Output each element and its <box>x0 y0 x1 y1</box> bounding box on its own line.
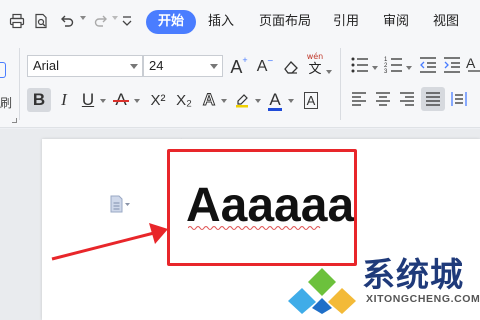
redo-dropdown-icon[interactable] <box>112 16 118 20</box>
grow-font-glyph: A <box>230 56 243 77</box>
font-color-bar <box>268 108 282 111</box>
phonetic-guide-button[interactable]: wén 文 <box>304 52 326 80</box>
customize-toolbar-icon[interactable] <box>120 10 134 32</box>
tab-review[interactable]: 审阅 <box>383 10 409 34</box>
align-center-icon <box>376 92 390 106</box>
text-direction-button[interactable]: A <box>466 55 480 79</box>
justify-button[interactable] <box>421 87 445 111</box>
superscript-button[interactable]: X² <box>146 88 170 112</box>
distributed-icon <box>451 92 467 106</box>
phonetic-dropdown-icon[interactable] <box>326 70 332 74</box>
indent-icon <box>444 57 460 73</box>
chevron-down-icon <box>130 64 138 69</box>
brand-logo-icon <box>288 268 356 314</box>
text-effect-dropdown-icon[interactable] <box>221 99 227 103</box>
bold-button[interactable]: B <box>27 88 51 112</box>
tab-view[interactable]: 视图 <box>433 10 459 34</box>
highlighter-icon <box>236 94 248 108</box>
tab-references[interactable]: 引用 <box>333 10 359 34</box>
strikethrough-button[interactable]: A <box>110 88 132 112</box>
eraser-icon <box>284 61 298 74</box>
shrink-font-glyph: A <box>256 58 268 75</box>
plus-icon: + <box>242 55 248 65</box>
char-border-button[interactable]: A <box>300 88 322 112</box>
underline-button[interactable]: U <box>78 88 98 112</box>
bullets-button[interactable] <box>350 55 372 79</box>
justify-icon <box>426 92 440 106</box>
brand-name-cn: 系统城 <box>362 255 464 294</box>
format-painter-label[interactable]: 刷 <box>0 94 12 111</box>
bullets-dropdown-icon[interactable] <box>372 66 378 70</box>
tab-insert[interactable]: 插入 <box>208 10 234 34</box>
clear-formatting-button[interactable] <box>280 55 302 79</box>
align-center-button[interactable] <box>374 90 392 112</box>
shrink-font-button[interactable]: A − <box>254 55 276 79</box>
undo-icon[interactable] <box>58 10 76 32</box>
ribbon <box>0 40 480 128</box>
minus-icon: − <box>267 55 274 67</box>
undo-dropdown-icon[interactable] <box>80 16 86 20</box>
decrease-indent-button[interactable] <box>418 55 438 79</box>
numbering-dropdown-icon[interactable] <box>406 66 412 70</box>
redo-icon[interactable] <box>92 10 110 32</box>
ribbon-divider <box>19 48 20 120</box>
margin-corner-mark <box>180 138 182 139</box>
print-preview-icon[interactable] <box>32 10 50 32</box>
text-direction-icon: A <box>466 55 480 72</box>
tab-page-layout[interactable]: 页面布局 <box>259 10 311 34</box>
brand-name-en: XITONGCHENG.COM <box>366 293 480 305</box>
char-border-glyph: A <box>303 91 319 109</box>
increase-indent-button[interactable] <box>442 55 462 79</box>
bullet-list-icon <box>351 57 368 73</box>
svg-text:A: A <box>466 55 476 71</box>
italic-button[interactable]: I <box>54 88 74 112</box>
font-color-button[interactable]: A <box>265 88 285 112</box>
highlight-dropdown-icon[interactable] <box>255 99 261 103</box>
grow-font-button[interactable]: A + <box>228 55 250 79</box>
font-color-glyph: A <box>269 90 281 109</box>
phonetic-pinyin: wén <box>306 52 324 61</box>
font-name-value: Arial <box>33 58 60 73</box>
align-left-icon <box>352 92 366 106</box>
strike-dropdown-icon[interactable] <box>134 99 140 103</box>
numbering-button[interactable]: 123 <box>384 55 406 79</box>
font-size-value: 24 <box>149 58 164 73</box>
ribbon-divider <box>340 48 341 120</box>
menu-bar: 开始 插入 页面布局 引用 审阅 视图 <box>0 0 480 40</box>
align-right-icon <box>400 92 414 106</box>
font-name-select[interactable]: Arial <box>27 55 143 77</box>
outdent-icon <box>420 57 436 73</box>
font-color-dropdown-icon[interactable] <box>288 99 294 103</box>
strike-line <box>113 100 129 102</box>
align-right-button[interactable] <box>398 90 416 112</box>
numbered-list-icon: 123 <box>384 57 402 75</box>
highlight-button[interactable] <box>231 88 253 112</box>
annotation-arrow <box>51 223 168 261</box>
annotation-highlight-box <box>167 149 357 266</box>
font-size-select[interactable]: 24 <box>143 55 223 77</box>
group-launcher-icon[interactable] <box>12 118 17 123</box>
svg-text:3: 3 <box>384 69 388 75</box>
paragraph-menu-icon[interactable] <box>109 195 131 217</box>
tab-home[interactable]: 开始 <box>146 10 197 34</box>
print-icon[interactable] <box>8 10 26 32</box>
subscript-button[interactable]: X₂ <box>172 88 196 112</box>
chevron-down-icon <box>210 64 218 69</box>
phonetic-char: 文 <box>308 62 322 77</box>
text-effect-button[interactable]: A <box>199 88 219 112</box>
align-left-button[interactable] <box>350 90 368 112</box>
underline-dropdown-icon[interactable] <box>100 99 106 103</box>
distributed-button[interactable] <box>450 90 468 112</box>
format-painter-icon[interactable] <box>0 62 6 78</box>
